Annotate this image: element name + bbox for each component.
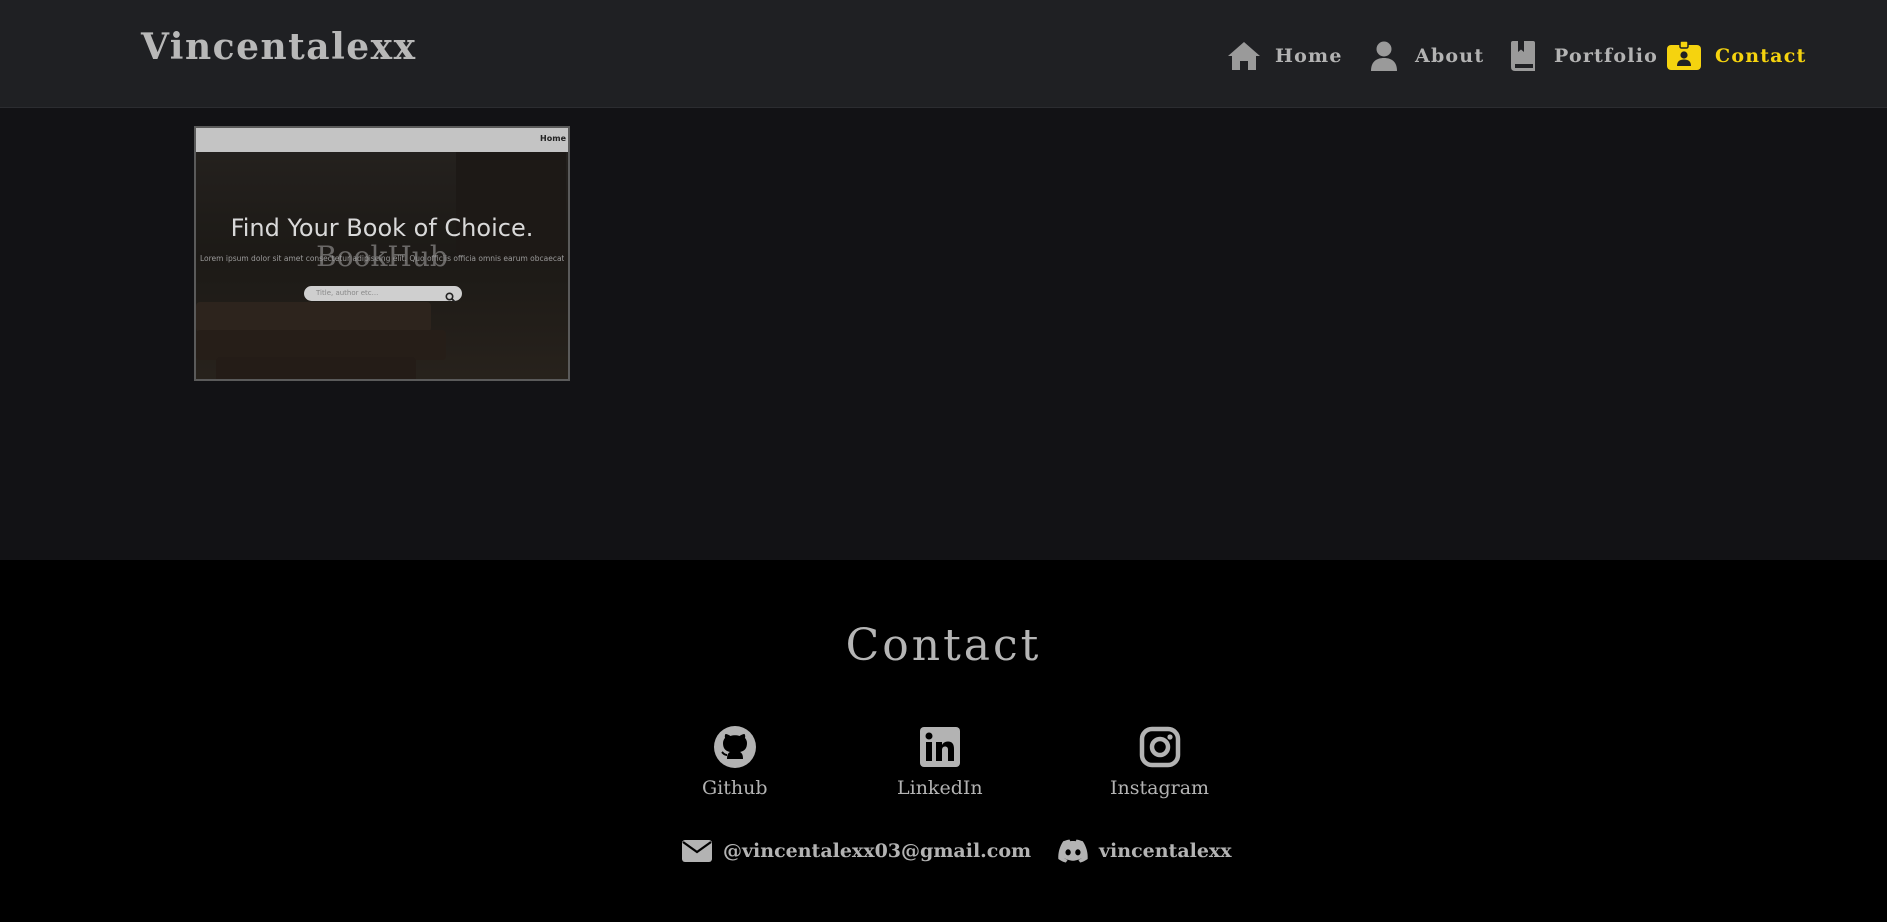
instagram-icon	[1138, 725, 1182, 769]
project-card[interactable]: Home Find Your Book of Choice. BookHub L…	[194, 126, 570, 381]
social-label: Instagram	[1110, 777, 1210, 799]
contact-section: Contact Github LinkedIn Instagram @vince…	[0, 560, 1887, 922]
project-preview-nav-link: Home	[540, 134, 566, 143]
project-preview-headline: Find Your Book of Choice.	[230, 214, 534, 242]
email-link[interactable]: @vincentalexx03@gmail.com	[681, 835, 1031, 867]
book-icon	[1505, 38, 1541, 74]
envelope-icon	[681, 835, 713, 867]
search-icon	[445, 288, 456, 303]
search-placeholder: Title, author etc...	[316, 289, 379, 297]
social-link-linkedin[interactable]: LinkedIn	[897, 725, 983, 799]
nav-item-label: Home	[1275, 45, 1343, 67]
nav-item-label: About	[1415, 45, 1485, 67]
linkedin-icon	[918, 725, 962, 769]
social-label: LinkedIn	[897, 777, 983, 799]
nav-item-about[interactable]: About	[1366, 38, 1484, 74]
site-header: Vincentalexx Home About Portfolio Contac…	[0, 0, 1887, 108]
social-link-instagram[interactable]: Instagram	[1110, 725, 1209, 799]
social-label: Github	[702, 777, 768, 799]
nav-item-home[interactable]: Home	[1226, 38, 1343, 74]
page: Vincentalexx Home About Portfolio Contac…	[0, 0, 1887, 922]
discord-username: vincentalexx	[1099, 840, 1232, 862]
portfolio-section: Home Find Your Book of Choice. BookHub L…	[0, 108, 1887, 560]
nav-item-contact[interactable]: Contact	[1666, 38, 1806, 74]
project-preview-subtext: Lorem ipsum dolor sit amet consectetur a…	[200, 254, 564, 263]
email-text: @vincentalexx03@gmail.com	[723, 840, 1032, 862]
home-icon	[1226, 38, 1262, 74]
nav-item-portfolio[interactable]: Portfolio	[1505, 38, 1658, 74]
discord-link[interactable]: vincentalexx	[1057, 835, 1232, 867]
user-icon	[1366, 38, 1402, 74]
discord-icon	[1057, 835, 1089, 867]
project-preview-search: Title, author etc...	[304, 286, 462, 303]
main-nav: Home About Portfolio Contact	[0, 38, 1887, 74]
contact-title: Contact	[845, 620, 1042, 671]
project-preview-navbar: Home	[196, 128, 568, 152]
id-badge-icon	[1666, 38, 1702, 74]
github-icon	[713, 725, 757, 769]
social-link-github[interactable]: Github	[702, 725, 768, 799]
nav-item-label: Portfolio	[1554, 45, 1658, 67]
nav-item-label: Contact	[1715, 45, 1807, 67]
